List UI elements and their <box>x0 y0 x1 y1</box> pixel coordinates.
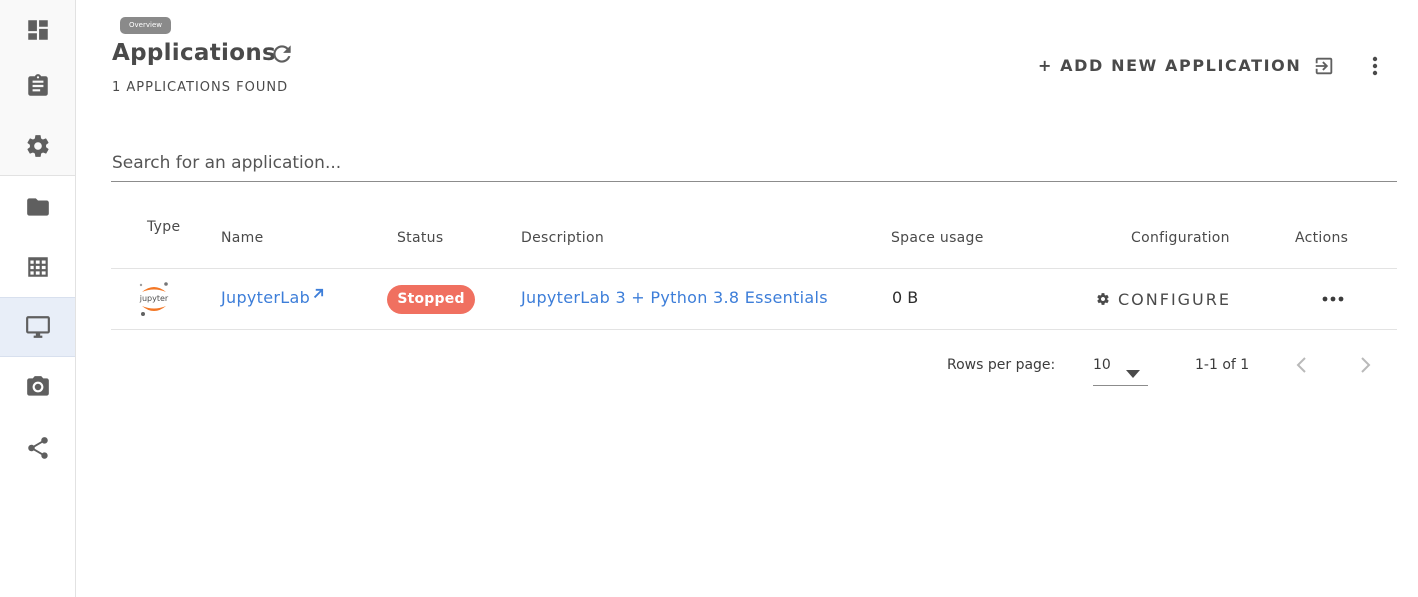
gear-icon <box>26 135 49 157</box>
export-button[interactable] <box>1313 55 1335 77</box>
more-horiz-icon <box>1322 296 1344 302</box>
refresh-icon <box>273 45 291 63</box>
arrow-external-icon <box>313 288 324 299</box>
jupyter-logo-icon: jupyter <box>139 282 169 316</box>
open-external-button[interactable] <box>313 284 324 299</box>
exit-to-app-icon <box>1315 57 1333 75</box>
configure-button[interactable]: CONFIGURE <box>1096 287 1231 311</box>
app-name-link[interactable]: JupyterLab <box>221 288 310 307</box>
more-options-button[interactable] <box>1363 53 1387 79</box>
sidebar-item-sharing[interactable] <box>0 418 75 478</box>
refresh-button[interactable] <box>269 41 295 67</box>
table-row-divider <box>111 329 1397 330</box>
search-input[interactable] <box>111 144 1397 182</box>
table-icon <box>27 257 48 277</box>
applications-count: 1 APPLICATIONS FOUND <box>112 80 289 95</box>
sidebar-item-files[interactable] <box>0 177 75 237</box>
dashboard-icon <box>27 20 48 40</box>
column-header-actions: Actions <box>1295 230 1349 246</box>
sidebar-nav <box>0 0 76 597</box>
rows-per-page-label: Rows per page: <box>947 357 1056 373</box>
chevron-right-icon <box>1361 357 1371 373</box>
clipboard-icon <box>27 74 48 96</box>
next-page-button[interactable] <box>1357 354 1373 376</box>
gear-icon <box>1097 293 1109 305</box>
sidebar-item-applications[interactable] <box>0 297 75 357</box>
column-header-status[interactable]: Status <box>397 230 443 246</box>
share-icon <box>27 437 48 459</box>
monitor-icon <box>25 316 50 338</box>
chevron-left-icon <box>1296 357 1306 373</box>
column-header-type: Type <box>147 219 181 235</box>
sidebar-item-dashboard[interactable] <box>0 0 75 60</box>
camera-icon <box>26 376 49 396</box>
sidebar-item-snapshots[interactable] <box>0 357 75 417</box>
configure-label: CONFIGURE <box>1118 289 1231 309</box>
page-title: Applications <box>112 40 276 66</box>
caret-down-icon <box>1126 363 1140 378</box>
sidebar-item-tables[interactable] <box>0 237 75 297</box>
rows-per-page-select[interactable]: 10 <box>1093 350 1148 386</box>
space-usage-value: 0 B <box>892 288 919 307</box>
column-header-description: Description <box>521 230 605 246</box>
column-header-space-usage[interactable]: Space usage <box>891 230 984 246</box>
more-vert-icon <box>1372 56 1378 76</box>
column-header-name[interactable]: Name <box>221 230 264 246</box>
main-content: Overview Applications 1 APPLICATIONS FOU… <box>76 0 1418 597</box>
sidebar-item-tasks[interactable] <box>0 56 75 116</box>
table-header-divider <box>111 268 1397 269</box>
add-new-application-button[interactable]: + ADD NEW APPLICATION <box>1038 54 1301 78</box>
status-badge: Stopped <box>387 285 475 314</box>
folder-icon <box>26 198 49 216</box>
pagination-range: 1-1 of 1 <box>1195 357 1250 373</box>
previous-page-button[interactable] <box>1294 354 1310 376</box>
jupyter-logo-text: jupyter <box>139 294 169 303</box>
description-link[interactable]: JupyterLab 3 + Python 3.8 Essentials <box>521 288 828 307</box>
sidebar-item-settings[interactable] <box>0 116 75 176</box>
breadcrumb-tooltip: Overview <box>120 17 171 34</box>
rows-per-page-value: 10 <box>1093 357 1111 373</box>
column-header-configuration: Configuration <box>1131 230 1230 246</box>
row-actions-button[interactable] <box>1321 289 1345 309</box>
